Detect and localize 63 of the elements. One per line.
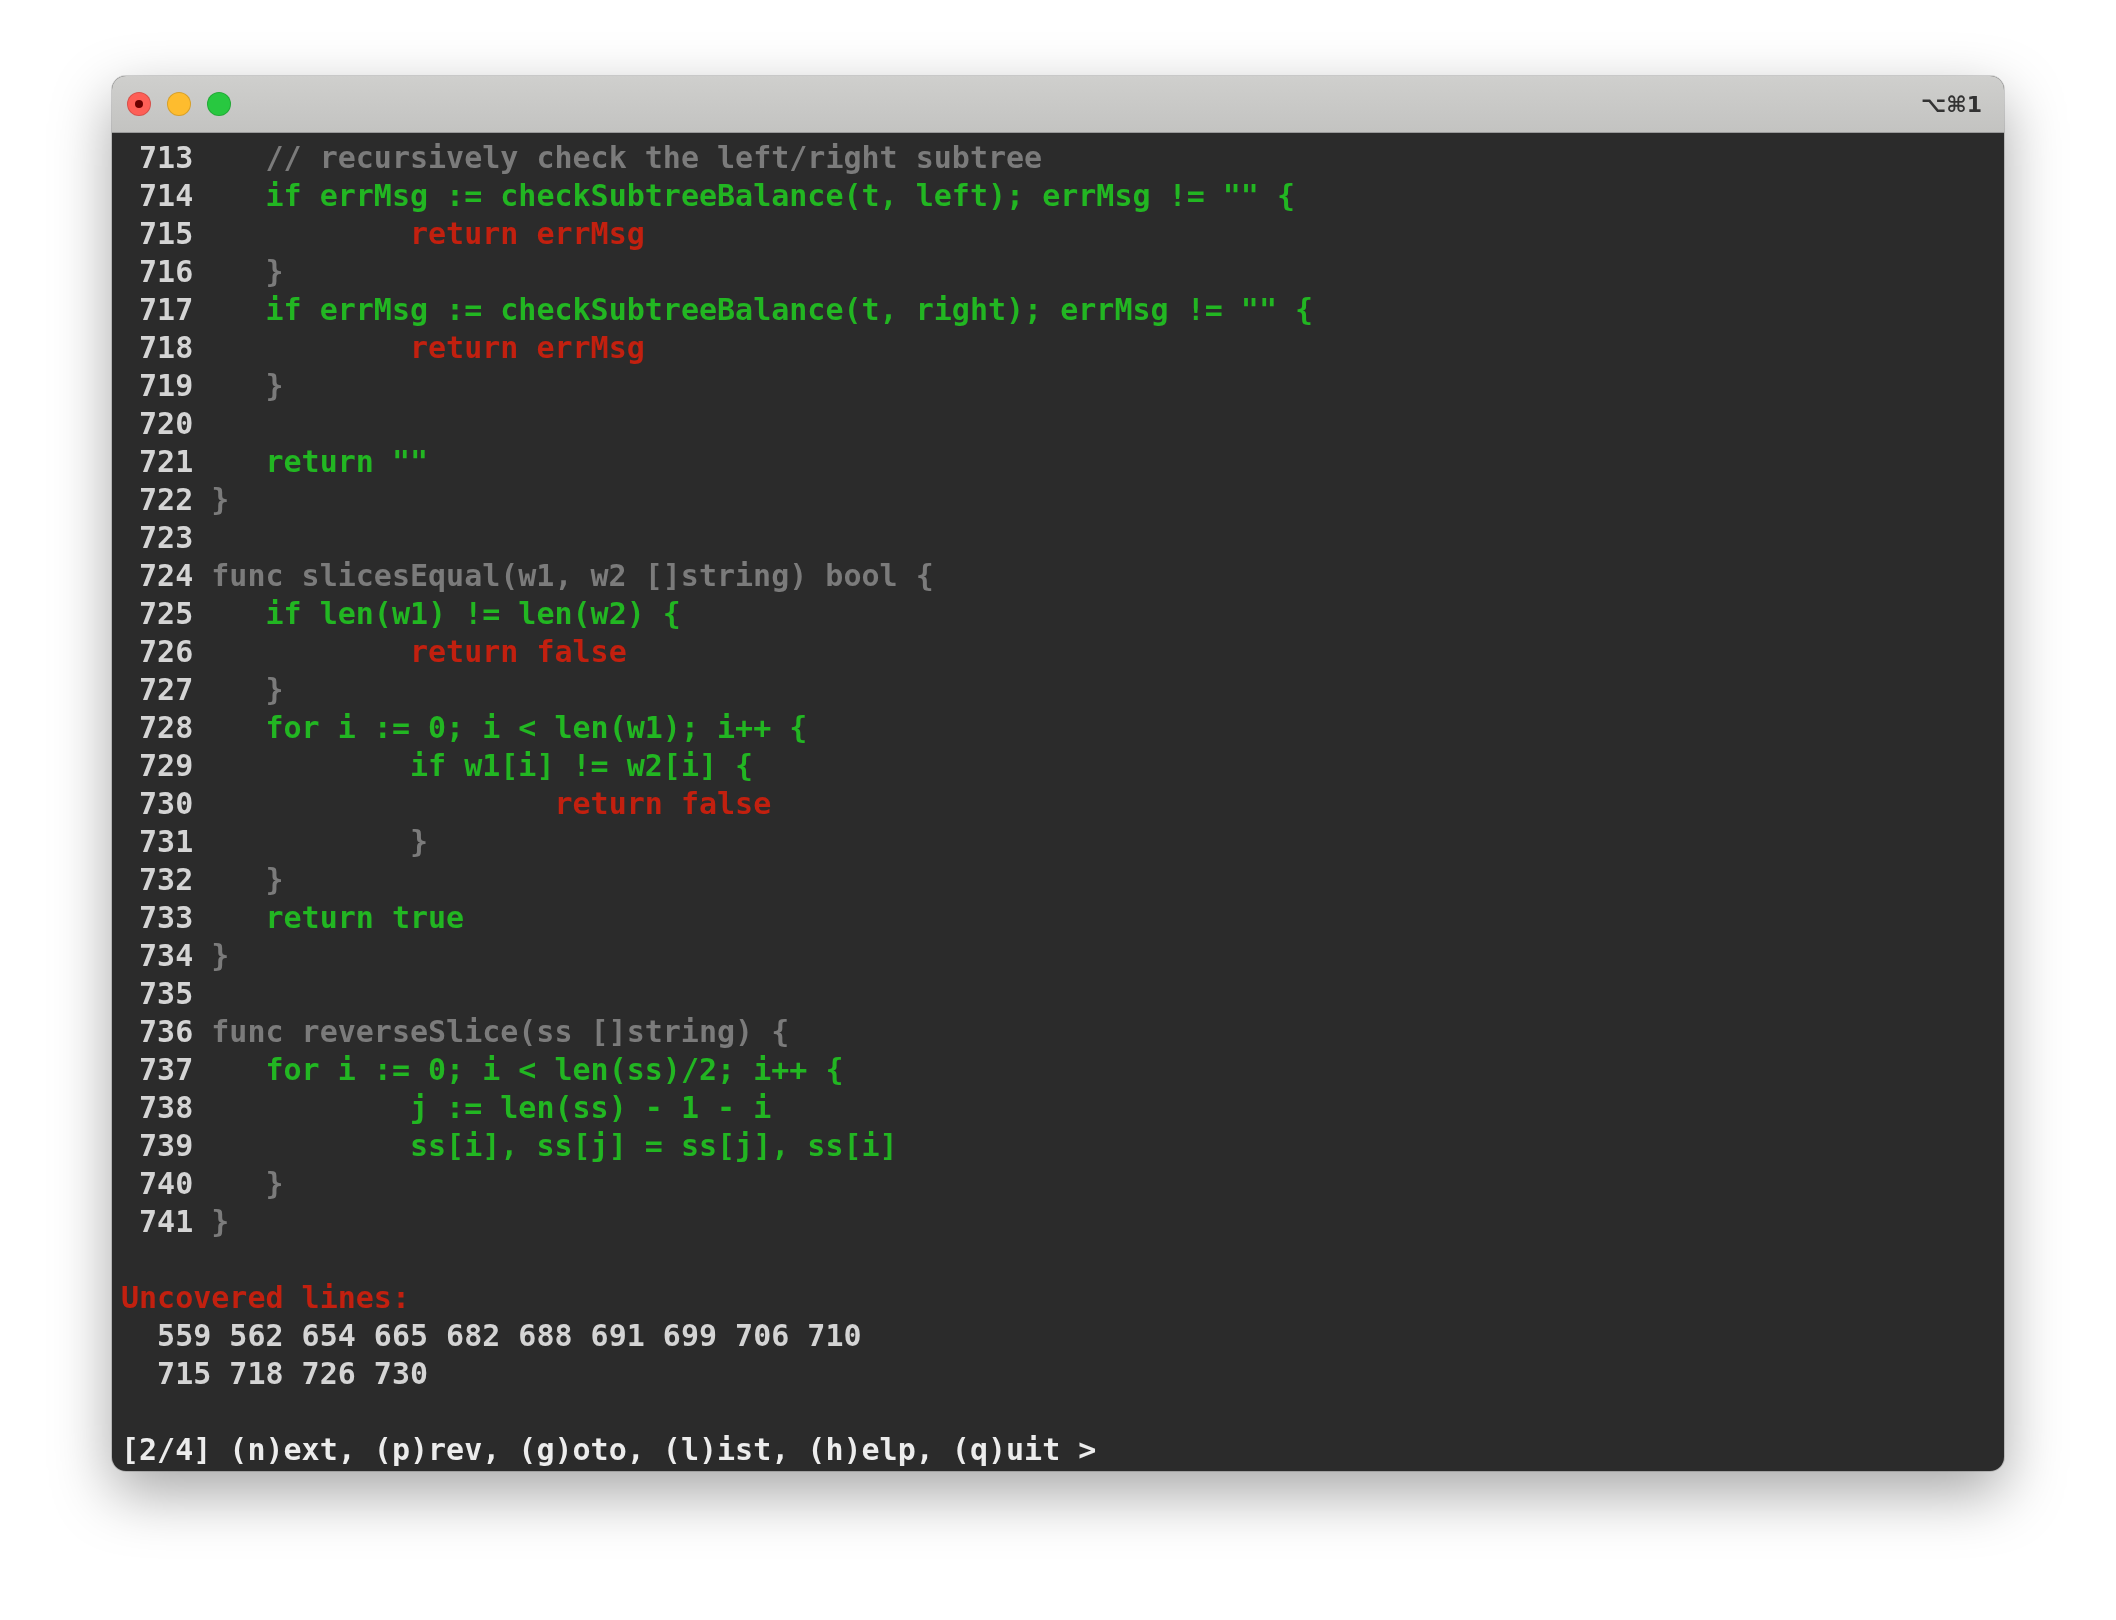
- code-line: if len(w1) != len(w2) {: [264, 596, 681, 631]
- code-line: return "": [264, 444, 429, 479]
- code-line: func reverseSlice(ss []string) {: [211, 1014, 790, 1049]
- code-line: }: [264, 1166, 284, 1201]
- line-number: 735: [139, 975, 194, 1013]
- line-number: 719: [139, 367, 194, 405]
- code-line: j := len(ss) - 1 - i: [409, 1090, 772, 1125]
- line-number: 728: [139, 709, 194, 747]
- code-line: return true: [264, 900, 465, 935]
- uncovered-line-numbers: 559 562 654 665 682 688 691 699 706 710: [157, 1318, 862, 1353]
- code-line: // recursively check the left/right subtree: [264, 140, 1043, 175]
- code-line: for i := 0; i < len(w1); i++ {: [264, 710, 808, 745]
- line-number: 716: [139, 253, 194, 291]
- code-line: if errMsg := checkSubtreeBalance(t, left); errMsg != "" {: [264, 178, 1295, 213]
- code-line: }: [211, 482, 230, 517]
- line-number: 720: [139, 405, 194, 443]
- code-line: }: [264, 862, 284, 897]
- code-line: if w1[i] != w2[i] {: [409, 748, 754, 783]
- line-number: 729: [139, 747, 194, 785]
- line-number: 725: [139, 595, 194, 633]
- code-line: return errMsg: [409, 216, 645, 251]
- code-line: }: [409, 824, 429, 859]
- uncovered-heading: Uncovered lines:: [121, 1280, 410, 1315]
- command-prompt: [2/4] (n)ext, (p)rev, (g)oto, (l)ist, (h)elp, (q)uit >: [121, 1432, 1097, 1467]
- line-number: 724: [139, 557, 194, 595]
- line-number: 740: [139, 1165, 194, 1203]
- code-line: }: [264, 672, 284, 707]
- line-number: 723: [139, 519, 194, 557]
- zoom-button[interactable]: [207, 92, 231, 116]
- line-number: 739: [139, 1127, 194, 1165]
- line-number: 715: [139, 215, 194, 253]
- line-number: 713: [139, 139, 194, 177]
- line-number: 731: [139, 823, 194, 861]
- code-line: }: [211, 1204, 230, 1239]
- code-line: }: [264, 368, 284, 403]
- code-line: if errMsg := checkSubtreeBalance(t, right); errMsg != "" {: [264, 292, 1314, 327]
- line-number: 717: [139, 291, 194, 329]
- line-number: 738: [139, 1089, 194, 1127]
- line-number: 733: [139, 899, 194, 937]
- line-number: 737: [139, 1051, 194, 1089]
- window-shortcut: ⌥⌘1: [1920, 91, 1982, 117]
- code-line: }: [211, 938, 230, 973]
- line-number: 722: [139, 481, 194, 519]
- line-number: 734: [139, 937, 194, 975]
- code-line: return false: [409, 634, 627, 669]
- uncovered-line-numbers: 715 718 726 730: [157, 1356, 429, 1391]
- line-number: 732: [139, 861, 194, 899]
- line-number: 736: [139, 1013, 194, 1051]
- code-line: ss[i], ss[j] = ss[j], ss[i]: [409, 1128, 898, 1163]
- code-line: return false: [553, 786, 772, 821]
- line-number: 718: [139, 329, 194, 367]
- line-number: 727: [139, 671, 194, 709]
- code-line: }: [264, 254, 284, 289]
- line-number: 730: [139, 785, 194, 823]
- code-line: for i := 0; i < len(ss)/2; i++ {: [264, 1052, 844, 1087]
- line-number: 741: [139, 1203, 194, 1241]
- line-number: 714: [139, 177, 194, 215]
- line-number: 721: [139, 443, 194, 481]
- close-button[interactable]: [127, 92, 151, 116]
- line-number: 726: [139, 633, 194, 671]
- minimize-button[interactable]: [167, 92, 191, 116]
- code-line: return errMsg: [409, 330, 645, 365]
- code-line: func slicesEqual(w1, w2 []string) bool {: [211, 558, 934, 593]
